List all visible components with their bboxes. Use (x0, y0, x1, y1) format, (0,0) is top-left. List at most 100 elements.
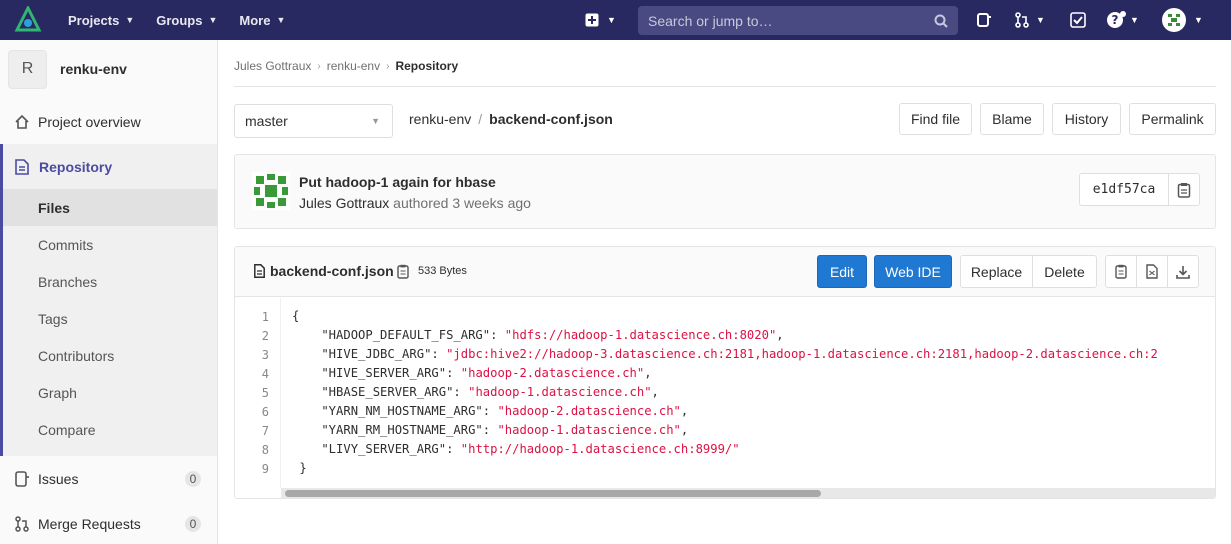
clipboard-icon (1177, 182, 1191, 198)
chevron-down-icon: ▼ (1036, 15, 1045, 25)
permalink-button[interactable]: Permalink (1129, 103, 1216, 135)
delete-button[interactable]: Delete (1032, 255, 1097, 288)
chevron-right-icon: › (317, 60, 321, 72)
home-icon (14, 114, 30, 130)
commit-sha-group: e1df57ca (1079, 173, 1200, 206)
breadcrumb: Jules Gottraux › renku-env › Repository (234, 46, 1216, 87)
last-commit-panel: Put hadoop-1 again for hbase Jules Gottr… (234, 154, 1216, 229)
copy-sha-button[interactable] (1169, 173, 1200, 206)
sidebar-item-files[interactable]: Files (3, 189, 217, 226)
breadcrumb-current[interactable]: Repository (395, 59, 458, 73)
line-number[interactable]: 3 (262, 348, 269, 362)
project-avatar: R (8, 49, 47, 89)
line-number[interactable]: 1 (262, 310, 269, 324)
top-navbar: Projects ▼ Groups ▼ More ▼ ▼ Search or jump… (0, 0, 1231, 40)
app-logo-icon[interactable] (14, 6, 42, 34)
line-number[interactable]: 4 (262, 367, 269, 381)
line-number[interactable]: 5 (262, 386, 269, 400)
web-ide-button[interactable]: Web IDE (874, 255, 952, 288)
more-menu[interactable]: More ▼ (231, 0, 293, 40)
projects-menu[interactable]: Projects ▼ (60, 0, 142, 40)
sidebar-item-tags[interactable]: Tags (3, 300, 217, 337)
user-avatar-menu[interactable]: ▼ (1162, 8, 1203, 32)
json-string: "http://hadoop-1.datascience.ch:8999/" (460, 442, 740, 456)
code-punct: , (680, 423, 689, 437)
sidebar-item-commits[interactable]: Commits (3, 226, 217, 263)
commit-title[interactable]: Put hadoop-1 again for hbase (299, 174, 496, 190)
breadcrumb-project-link[interactable]: renku-env (327, 59, 380, 73)
line-number[interactable]: 7 (262, 424, 269, 438)
svg-text:?: ? (1112, 13, 1119, 27)
search-placeholder: Search or jump to… (648, 12, 773, 29)
sidebar-repository-group: Repository Files Commits Branches Tags C… (0, 144, 217, 456)
blame-button[interactable]: Blame (980, 103, 1044, 135)
chevron-down-icon: ▼ (371, 116, 380, 126)
sidebar-item-issues[interactable]: Issues 0 (0, 468, 217, 490)
sidebar-item-merge-requests[interactable]: Merge Requests 0 (0, 513, 217, 535)
find-file-button[interactable]: Find file (899, 103, 972, 135)
sidebar-project-header[interactable]: R renku-env (0, 40, 217, 98)
chevron-right-icon: › (386, 60, 390, 72)
open-raw-button[interactable] (1136, 255, 1168, 288)
sidebar-item-branches[interactable]: Branches (3, 263, 217, 300)
file-path: renku-env / backend-conf.json (409, 111, 613, 127)
history-button[interactable]: History (1052, 103, 1121, 135)
json-string: "hadoop-1.datascience.ch" (468, 385, 652, 399)
line-number[interactable]: 2 (262, 329, 269, 343)
sidebar-item-graph[interactable]: Graph (3, 374, 217, 411)
branch-selector[interactable]: master ▼ (234, 104, 393, 138)
chevron-down-icon: ▼ (1194, 15, 1203, 25)
json-key: "LIVY_SERVER_ARG": (292, 442, 461, 456)
code-text: { (292, 309, 300, 323)
avatar[interactable] (252, 172, 290, 210)
breadcrumb-owner-link[interactable]: Jules Gottraux (234, 59, 311, 73)
clipboard-icon (1115, 264, 1127, 279)
line-number[interactable]: 9 (262, 462, 269, 476)
file-title: backend-conf.json (270, 263, 394, 279)
help-icon[interactable]: ? ▼ (1106, 11, 1139, 29)
code-line: { (292, 309, 299, 323)
json-string: "hadoop-2.datascience.ch" (460, 366, 645, 380)
sidebar-item-label: Repository (39, 158, 113, 175)
chevron-down-icon: ▼ (607, 15, 616, 25)
groups-menu[interactable]: Groups ▼ (148, 0, 225, 40)
download-button[interactable] (1167, 255, 1199, 288)
sidebar-item-compare[interactable]: Compare (3, 411, 217, 448)
code-line: "YARN_NM_HOSTNAME_ARG": "hadoop-2.datasc… (292, 404, 688, 418)
new-item-dropdown[interactable]: ▼ (585, 11, 616, 29)
line-numbers: 1 2 3 4 5 6 7 8 9 (235, 298, 281, 488)
json-string: "jdbc:hive2://hadoop-3.datascience.ch:21… (446, 347, 1158, 361)
sidebar-item-repository[interactable]: Repository (3, 144, 112, 189)
document-icon (15, 158, 29, 175)
commit-sha[interactable]: e1df57ca (1079, 173, 1169, 206)
replace-button[interactable]: Replace (960, 255, 1033, 288)
copy-path-icon[interactable] (397, 264, 409, 279)
merge-request-icon[interactable]: ▼ (1014, 11, 1045, 29)
sidebar-item-label: Issues (38, 471, 79, 487)
code-punct: , (680, 404, 689, 418)
path-root-link[interactable]: renku-env (409, 111, 471, 127)
path-file-name[interactable]: backend-conf.json (489, 111, 613, 127)
sidebar-item-label: Merge Requests (38, 516, 141, 532)
sidebar-item-contributors[interactable]: Contributors (3, 337, 217, 374)
sidebar-item-project-overview[interactable]: Project overview (0, 111, 217, 133)
chevron-down-icon: ▼ (125, 15, 135, 25)
line-number[interactable]: 6 (262, 405, 269, 419)
search-input[interactable]: Search or jump to… (638, 6, 958, 35)
todo-check-icon[interactable] (1070, 11, 1086, 29)
todos-sidebar-icon[interactable] (976, 11, 992, 29)
horizontal-scrollbar[interactable] (281, 488, 1215, 498)
copy-source-button[interactable] (1105, 255, 1137, 288)
project-name: renku-env (60, 61, 127, 77)
line-number[interactable]: 8 (262, 443, 269, 457)
commit-meta: Jules Gottraux authored 3 weeks ago (299, 195, 531, 211)
scrollbar-thumb[interactable] (285, 490, 821, 497)
file-header: backend-conf.json 533 Bytes Edit Web IDE… (235, 247, 1215, 297)
commit-author-link[interactable]: Jules Gottraux (299, 195, 389, 211)
json-string: "hadoop-2.datascience.ch" (497, 404, 681, 418)
raw-file-icon (1146, 264, 1158, 279)
edit-button[interactable]: Edit (817, 255, 867, 288)
code-punct: , (776, 328, 784, 342)
code-line: "HBASE_SERVER_ARG": "hadoop-1.datascienc… (292, 385, 659, 399)
avatar (1162, 8, 1186, 32)
